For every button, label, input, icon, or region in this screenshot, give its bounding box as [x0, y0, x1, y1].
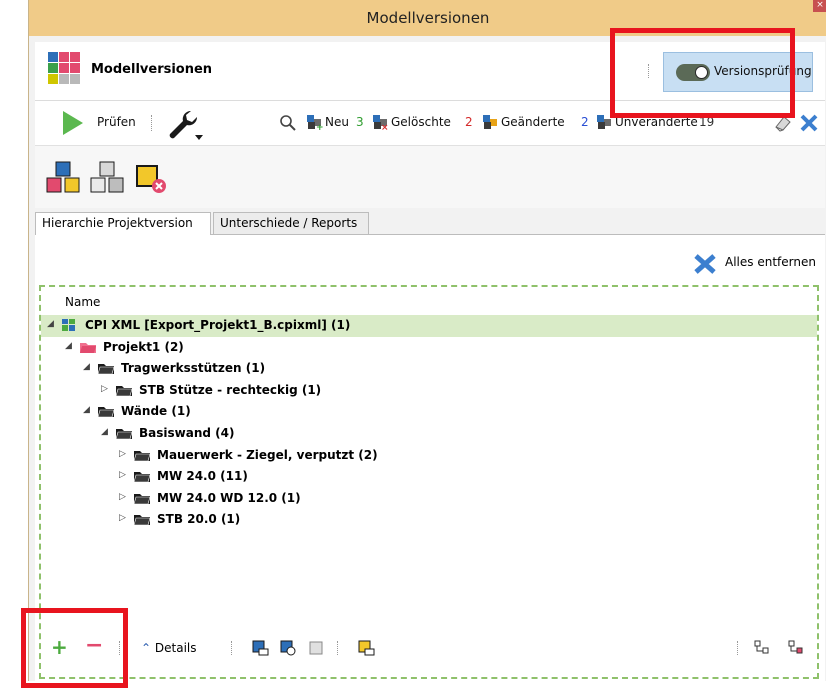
new-elements-icon[interactable]: + [305, 113, 323, 131]
details-label: Details [154, 641, 197, 655]
tree-row[interactable]: ◢ CPI XML [Export_Projekt1_B.cpixml] (1) [41, 315, 817, 337]
tree-bottom-toolbar: + − ⌃ Details [41, 633, 817, 663]
chevron-up-icon: ⌃ [141, 641, 152, 655]
toolbar-separator [231, 641, 234, 655]
window-close-button[interactable]: × [813, 0, 826, 12]
folder-icon [97, 407, 115, 418]
tree-row[interactable]: ▷ STB 20.0 (1) [41, 509, 817, 531]
toolbar-separator [737, 641, 740, 655]
cube-yellow-list-icon[interactable] [357, 639, 375, 657]
highlight-frame-bottom [21, 608, 128, 688]
play-icon[interactable] [61, 109, 85, 137]
tree-row[interactable]: ▷ MW 24.0 WD 12.0 (1) [41, 488, 817, 510]
grey-cubes-icon[interactable] [89, 160, 127, 196]
tree-row-label: MW 24.0 (11) [157, 469, 248, 484]
panel-title: Modellversionen [91, 62, 213, 77]
project-folder-icon [80, 342, 96, 353]
changed-elements-icon[interactable] [481, 113, 499, 131]
tree-row-label: Wände (1) [121, 404, 191, 419]
tree-row-label: Basiswand (4) [139, 425, 235, 440]
remove-all-label: Alles entfernen [725, 255, 816, 269]
folder-icon [115, 385, 133, 397]
filter-new-label[interactable]: Neu [325, 115, 349, 129]
modellversionen-window: Modellversionen × Modellversionen Versio… [0, 0, 826, 688]
folder-icon [133, 493, 151, 505]
background-area [0, 0, 28, 681]
tree-row-label: Tragwerksstützen (1) [121, 361, 266, 376]
folder-icon [133, 515, 151, 526]
window-title: Modellversionen [366, 9, 490, 27]
collapse-arrow-icon[interactable]: ▷ [119, 492, 126, 502]
tab-hierarchy[interactable]: Hierarchie Projektversion [35, 212, 211, 235]
colored-cubes-icon[interactable] [45, 160, 83, 196]
tree-row-label: Mauerwerk - Ziegel, verputzt (2) [157, 447, 378, 462]
details-button[interactable]: ⌃ Details [141, 641, 197, 655]
tree-row[interactable]: ▷ MW 24.0 (11) [41, 466, 817, 488]
remove-all-icon [694, 254, 716, 274]
filter-new-count: 3 [356, 115, 364, 129]
expand-arrow-icon[interactable]: ◢ [47, 319, 54, 329]
tree-row[interactable]: ◢ Basiswand (4) [41, 423, 817, 445]
highlight-frame-top [610, 28, 795, 118]
tree-expand-icon[interactable] [753, 639, 771, 657]
filter-deleted-label[interactable]: Gelöschte [391, 115, 451, 129]
toolbar-separator [151, 115, 154, 131]
tree-row-label: CPI XML [Export_Projekt1_B.cpixml] (1) [85, 318, 351, 332]
expand-arrow-icon[interactable]: ◢ [83, 362, 90, 372]
expand-arrow-icon[interactable]: ◢ [65, 341, 72, 351]
folder-icon [115, 428, 133, 440]
collapse-arrow-icon[interactable]: ▷ [119, 470, 126, 480]
cube-search-icon[interactable] [279, 639, 297, 657]
tree-row[interactable]: ▷ Mauerwerk - Ziegel, verputzt (2) [41, 445, 817, 467]
filter-deleted-count: 2 [465, 115, 473, 129]
folder-icon [133, 472, 151, 483]
cube-list-icon[interactable] [251, 639, 269, 657]
tree-row[interactable]: ◢ Wände (1) [41, 401, 817, 423]
tree-row-label: MW 24.0 WD 12.0 (1) [157, 490, 301, 505]
check-button[interactable]: Prüfen [97, 115, 136, 129]
search-icon[interactable] [279, 114, 297, 132]
svg-text:×: × [381, 123, 389, 131]
tree-row[interactable]: ◢ Projekt1 (2) [41, 337, 817, 359]
tree-collapse-icon[interactable] [787, 639, 805, 657]
tree-row[interactable]: ◢ Tragwerksstützen (1) [41, 358, 817, 380]
model-tree[interactable]: Name ◢ CPI XML [Export_Projekt1_B.cpixml]… [39, 285, 819, 679]
tree-row-label: Projekt1 (2) [103, 339, 184, 354]
expand-arrow-icon[interactable]: ◢ [83, 405, 90, 415]
folder-icon [97, 364, 115, 375]
tab-differences-reports[interactable]: Unterschiede / Reports [213, 212, 369, 234]
tree-row-label: STB Stütze - rechteckig (1) [139, 382, 322, 397]
model-versions-logo-icon [48, 52, 80, 84]
tree-column-header: Name [65, 295, 101, 309]
tree-rows: ◢ CPI XML [Export_Projekt1_B.cpixml] (1) ◢… [41, 315, 817, 531]
collapse-arrow-icon[interactable]: ▷ [101, 384, 108, 394]
delete-cube-icon[interactable] [133, 160, 171, 196]
collapse-arrow-icon[interactable]: ▷ [119, 449, 126, 459]
tree-row-label: STB 20.0 (1) [157, 512, 241, 527]
collapse-arrow-icon[interactable]: ▷ [119, 513, 126, 523]
tab-content: Alles entfernen Name ◢ CPI XML [Export_Pr… [35, 235, 825, 681]
remove-all-button[interactable]: Alles entfernen [693, 253, 816, 274]
cube-toolbar [35, 146, 825, 208]
tab-bar: Hierarchie Projektversion Unterschiede /… [35, 208, 825, 235]
expand-arrow-icon[interactable]: ◢ [101, 427, 108, 437]
clear-filter-icon[interactable] [799, 113, 819, 133]
deleted-elements-icon[interactable]: × [371, 113, 389, 131]
filter-changed-label[interactable]: Geänderte [501, 115, 565, 129]
filter-changed-count: 2 [581, 115, 589, 129]
cube-grey-icon[interactable] [307, 639, 325, 657]
wrench-dropdown-icon[interactable] [165, 107, 205, 143]
toolbar-separator [337, 641, 340, 655]
cpi-model-icon [62, 319, 75, 331]
folder-icon [133, 450, 151, 461]
svg-text:+: + [316, 123, 323, 131]
tree-row[interactable]: ▷ STB Stütze - rechteckig (1) [41, 380, 817, 402]
